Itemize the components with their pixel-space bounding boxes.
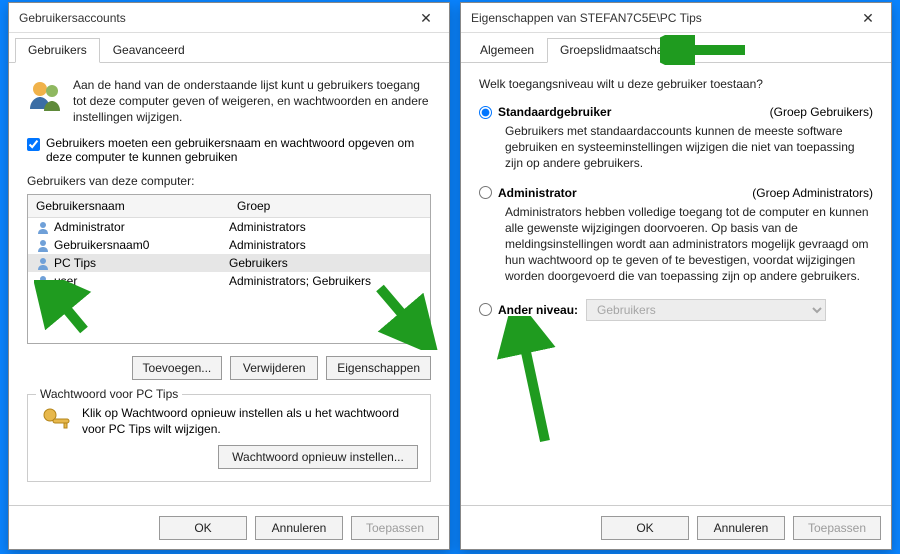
standard-user-label: Standaardgebruiker: [498, 105, 611, 119]
cancel-button[interactable]: Annuleren: [255, 516, 343, 540]
user-icon: [36, 256, 50, 270]
list-item[interactable]: PC Tips Gebruikers: [28, 254, 430, 272]
ok-button[interactable]: OK: [159, 516, 247, 540]
access-level-question: Welk toegangsniveau wilt u deze gebruike…: [479, 77, 873, 91]
list-item[interactable]: Gebruikersnaam0 Administrators: [28, 236, 430, 254]
close-icon[interactable]: ✕: [845, 3, 891, 33]
titlebar[interactable]: Gebruikersaccounts ✕: [9, 3, 449, 33]
users-list-label: Gebruikers van deze computer:: [27, 174, 431, 188]
user-icon: [36, 220, 50, 234]
list-header: Gebruikersnaam Groep: [28, 195, 430, 218]
password-legend: Wachtwoord voor PC Tips: [36, 387, 182, 401]
intro-text: Aan de hand van de onderstaande lijst ku…: [73, 77, 431, 126]
apply-button[interactable]: Toepassen: [351, 516, 439, 540]
reset-password-button[interactable]: Wachtwoord opnieuw instellen...: [218, 445, 418, 469]
tab-membership[interactable]: Groepslidmaatschap: [547, 38, 683, 63]
users-icon: [27, 77, 63, 113]
administrator-description: Administrators hebben volledige toegang …: [505, 204, 873, 285]
window-title: Eigenschappen van STEFAN7C5E\PC Tips: [471, 11, 702, 25]
tab-users[interactable]: Gebruikers: [15, 38, 100, 63]
list-item[interactable]: Administrator Administrators: [28, 218, 430, 236]
user-icon: [36, 274, 50, 288]
user-accounts-window: Gebruikersaccounts ✕ Gebruikers Geavance…: [8, 2, 450, 550]
window-title: Gebruikersaccounts: [19, 11, 126, 25]
user-icon: [36, 238, 50, 252]
close-icon[interactable]: ✕: [403, 3, 449, 33]
ok-button[interactable]: OK: [601, 516, 689, 540]
administrator-label: Administrator: [498, 186, 577, 200]
header-group[interactable]: Groep: [229, 195, 430, 217]
add-button[interactable]: Toevoegen...: [132, 356, 223, 380]
tab-bar: Algemeen Groepslidmaatschap: [461, 37, 891, 63]
administrator-radio[interactable]: [479, 186, 492, 199]
standard-user-description: Gebruikers met standaardaccounts kunnen …: [505, 123, 873, 172]
other-level-label: Ander niveau:: [498, 303, 578, 317]
header-username[interactable]: Gebruikersnaam: [28, 195, 229, 217]
dialog-footer: OK Annuleren Toepassen: [461, 505, 891, 549]
require-password-checkbox[interactable]: [27, 138, 40, 151]
titlebar[interactable]: Eigenschappen van STEFAN7C5E\PC Tips ✕: [461, 3, 891, 33]
password-fieldset: Wachtwoord voor PC Tips Klik op Wachtwoo…: [27, 394, 431, 482]
cancel-button[interactable]: Annuleren: [697, 516, 785, 540]
tab-advanced[interactable]: Geavanceerd: [100, 38, 198, 63]
standard-user-hint: (Groep Gebruikers): [770, 105, 873, 119]
users-list[interactable]: Gebruikersnaam Groep Administrator Admin…: [27, 194, 431, 344]
user-properties-window: Eigenschappen van STEFAN7C5E\PC Tips ✕ A…: [460, 2, 892, 550]
properties-button[interactable]: Eigenschappen: [326, 356, 431, 380]
administrator-hint: (Groep Administrators): [752, 186, 873, 200]
dialog-footer: OK Annuleren Toepassen: [9, 505, 449, 549]
tab-bar: Gebruikers Geavanceerd: [9, 37, 449, 63]
other-level-radio[interactable]: [479, 303, 492, 316]
tab-general[interactable]: Algemeen: [467, 38, 547, 63]
require-password-label: Gebruikers moeten een gebruikersnaam en …: [46, 136, 431, 164]
list-item[interactable]: user Administrators; Gebruikers: [28, 272, 430, 290]
standard-user-radio[interactable]: [479, 106, 492, 119]
password-text: Klik op Wachtwoord opnieuw instellen als…: [82, 405, 418, 437]
apply-button[interactable]: Toepassen: [793, 516, 881, 540]
remove-button[interactable]: Verwijderen: [230, 356, 318, 380]
key-icon: [40, 405, 72, 437]
other-level-select[interactable]: Gebruikers: [586, 299, 826, 321]
